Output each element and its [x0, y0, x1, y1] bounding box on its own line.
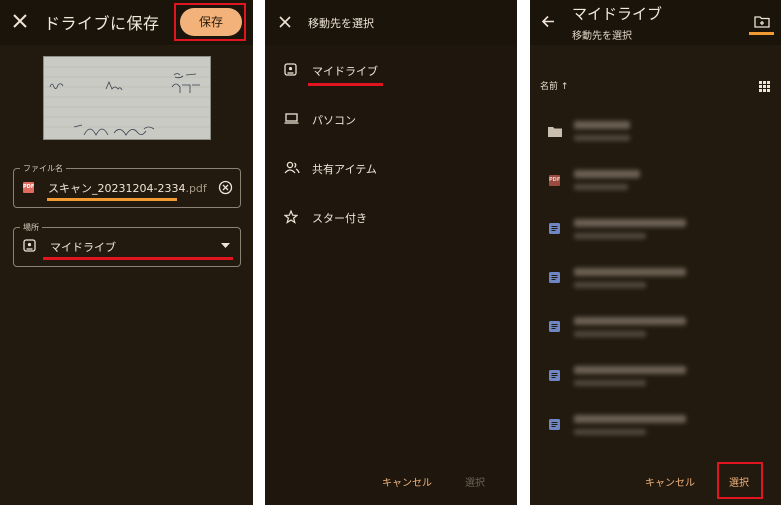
- sort-by-name-button[interactable]: 名前 ↑: [540, 79, 568, 92]
- filename-value[interactable]: スキャン_20231204-2334.pdf: [48, 180, 207, 196]
- list-item-doc[interactable]: [530, 205, 781, 253]
- nav-item-computers[interactable]: パソコン: [265, 98, 517, 146]
- folder-subtitle: 移動先を選択: [572, 31, 632, 42]
- nav-item-my-drive[interactable]: マイドライブ: [265, 49, 517, 97]
- list-item-doc[interactable]: [530, 352, 781, 400]
- grid-view-icon[interactable]: [759, 81, 770, 92]
- list-item-doc[interactable]: [530, 303, 781, 351]
- highlight-box: [174, 3, 246, 41]
- list-item-folder[interactable]: [530, 107, 781, 155]
- filename-underline: [47, 198, 177, 201]
- star-icon: [284, 210, 298, 224]
- computer-icon: [284, 112, 299, 125]
- doc-file-icon: [549, 370, 560, 381]
- pdf-file-icon: PDF: [549, 175, 560, 186]
- dropdown-arrow-icon[interactable]: [221, 243, 230, 249]
- nav-item-label: パソコン: [312, 114, 356, 127]
- nav-item-shared[interactable]: 共有アイテム: [265, 147, 517, 195]
- location-label: 場所: [20, 222, 42, 233]
- cancel-button[interactable]: キャンセル: [645, 474, 695, 489]
- nav-item-starred[interactable]: スター付き: [265, 196, 517, 244]
- shared-people-icon: [284, 161, 300, 174]
- nav-item-label: スター付き: [312, 212, 367, 225]
- highlight-box: [717, 462, 763, 499]
- doc-file-icon: [549, 321, 560, 332]
- close-icon[interactable]: [279, 16, 291, 28]
- location-field[interactable]: [13, 227, 241, 267]
- dialog-title: 移動先を選択: [308, 17, 374, 30]
- folder-icon: [548, 126, 562, 137]
- new-folder-underline: [749, 32, 774, 35]
- list-item-pdf[interactable]: PDF: [530, 156, 781, 204]
- drive-icon: [23, 239, 36, 252]
- cancel-button[interactable]: キャンセル: [382, 474, 432, 489]
- clear-circle-icon[interactable]: [218, 180, 233, 195]
- scan-preview-image: [43, 56, 211, 140]
- nav-item-label: 共有アイテム: [312, 163, 377, 176]
- my-drive-folder-panel: マイドライブ 移動先を選択 名前 ↑ PDF キャンセル 選択: [530, 0, 781, 505]
- list-item-doc[interactable]: [530, 254, 781, 302]
- nav-item-label: マイドライブ: [312, 65, 378, 78]
- my-drive-underline: [308, 83, 383, 86]
- pdf-file-icon: PDF: [23, 182, 34, 193]
- filename-extension: .pdf: [185, 182, 207, 195]
- doc-file-icon: [549, 272, 560, 283]
- location-value[interactable]: マイドライブ: [50, 239, 116, 255]
- filename-base: スキャン_20231204-2334: [48, 182, 186, 195]
- doc-file-icon: [549, 223, 560, 234]
- doc-file-icon: [549, 419, 560, 430]
- drive-icon: [284, 63, 297, 76]
- close-icon[interactable]: [12, 13, 28, 29]
- new-folder-icon[interactable]: [754, 15, 770, 28]
- select-button-disabled: 選択: [465, 478, 485, 489]
- app-bar: [265, 0, 517, 45]
- save-to-drive-panel: ドライブに保存 保存 ファイル名 PDF スキャン_20231204-2334.…: [0, 0, 253, 505]
- filename-label: ファイル名: [20, 163, 66, 174]
- folder-title: マイドライブ: [572, 5, 663, 23]
- back-arrow-icon[interactable]: [541, 15, 555, 28]
- location-underline: [43, 257, 233, 260]
- list-item-doc[interactable]: [530, 401, 781, 449]
- choose-destination-panel: 移動先を選択 マイドライブ パソコン 共有アイテム スター付き キャンセル 選択: [265, 0, 517, 505]
- page-title: ドライブに保存: [44, 14, 160, 33]
